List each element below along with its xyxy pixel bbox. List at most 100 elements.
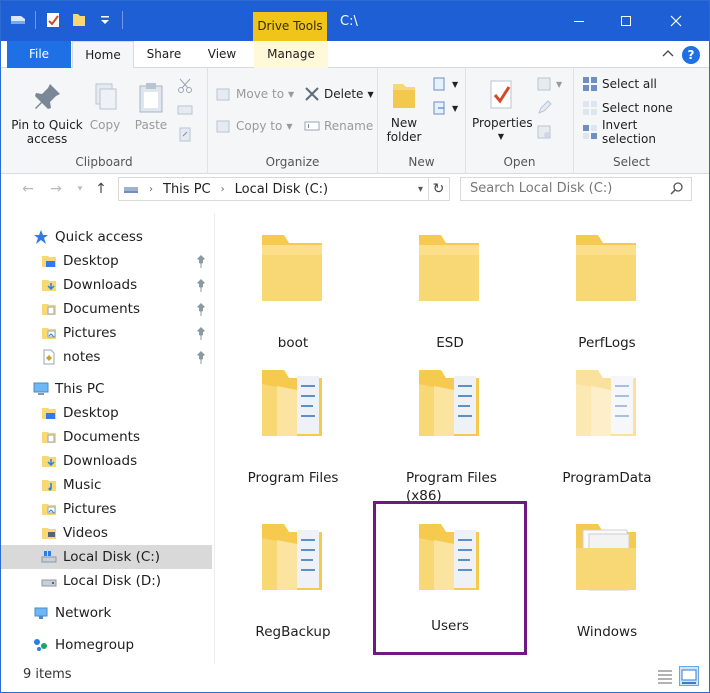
new-folder-button[interactable]: New folder [384,78,424,144]
drive-icon [41,579,57,587]
explorer-window: Drive Tools C:\ File Home Share View Man… [0,0,710,693]
paste-shortcut-button[interactable] [177,124,193,144]
folder-tile[interactable]: RegBackup [219,498,367,644]
select-none-label: Select none [602,101,673,115]
select-all-button[interactable]: Select all [582,74,657,94]
sidebar-item-pictures-pinned[interactable]: Pictures [1,321,212,345]
title-bar: Drive Tools C:\ [1,1,709,41]
open-button[interactable]: ▼ [536,74,562,94]
sidebar-item-label: Local Disk (C:) [63,549,161,565]
maximize-button[interactable] [606,9,646,33]
folder-tile[interactable]: Program Files (x86) [376,344,524,504]
folder-tile-highlighted[interactable]: Users [373,501,527,655]
sidebar-item-label: Network [55,605,112,621]
address-bar[interactable]: › This PC › Local Disk (C:) ▾ [118,177,429,201]
sidebar-item-local-disk-c[interactable]: Local Disk (C:) [1,545,212,569]
easy-access-button[interactable]: ▼ [432,98,458,118]
customize-dropdown-icon[interactable] [96,11,114,29]
rename-button[interactable]: Rename [304,116,373,136]
back-arrow-icon[interactable]: ← [19,180,37,198]
large-icons-view-icon[interactable] [679,666,699,686]
sidebar-item-quick-access[interactable]: Quick access [1,225,212,249]
sidebar-item-downloads[interactable]: Downloads [1,449,212,473]
recent-locations-chevron-icon[interactable]: ▾ [71,180,89,198]
folder-tile[interactable]: ProgramData [533,344,681,490]
folder-tile[interactable]: boot [219,209,367,355]
sidebar-item-local-disk-d[interactable]: Local Disk (D:) [1,569,212,593]
new-item-button[interactable]: ▼ [432,74,458,94]
paste-shortcut-icon [179,127,191,142]
breadcrumb-this-pc[interactable]: This PC [163,182,211,197]
folder-name: Program Files [247,470,339,486]
tab-view[interactable]: View [194,41,250,68]
copy-button[interactable]: Copy [85,80,125,132]
new-group: New folder ▼ ▼ New [378,68,466,174]
sidebar-item-network[interactable]: Network [1,601,212,625]
sidebar-item-videos[interactable]: Videos [1,521,212,545]
paste-button[interactable]: Paste [129,80,173,132]
tab-file[interactable]: File [7,41,71,68]
properties-icon[interactable] [44,11,62,29]
sidebar-item-downloads-pinned[interactable]: Downloads [1,273,212,297]
sidebar-item-label: Local Disk (D:) [63,573,162,589]
ribbon: Pin to Quick access Copy Paste Clipboard… [1,68,709,174]
copy-path-icon [177,105,193,115]
copy-path-button[interactable] [177,100,193,120]
edit-button[interactable] [536,98,552,118]
folder-tile[interactable]: Program Files [219,344,367,490]
sidebar-item-homegroup[interactable]: Homegroup [1,633,212,657]
paste-label: Paste [134,118,168,132]
help-icon[interactable]: ? [682,46,700,64]
folder-with-documents-icon [576,524,636,591]
tab-share[interactable]: Share [134,41,194,68]
invert-selection-button[interactable]: Invert selection [582,118,689,146]
pin-icon [30,80,64,114]
file-list: boot ESD PerfLogs Program Files Program … [216,204,709,664]
sidebar-item-pictures[interactable]: Pictures [1,497,212,521]
sidebar-item-label: Desktop [63,253,119,269]
pin-to-quick-access-button[interactable]: Pin to Quick access [11,80,83,146]
sidebar-item-desktop[interactable]: Desktop [1,401,212,425]
drive-icon[interactable] [9,11,27,29]
sidebar-item-documents[interactable]: Documents [1,425,212,449]
sidebar-item-documents-pinned[interactable]: Documents [1,297,212,321]
computer-icon [33,382,49,395]
collapse-ribbon-icon[interactable] [661,46,675,60]
forward-arrow-icon[interactable]: → [47,180,65,198]
folder-name: ProgramData [562,470,652,486]
tab-home[interactable]: Home [72,41,134,69]
folder-icon [419,235,479,301]
sidebar-item-notes-pinned[interactable]: notes [1,345,212,369]
properties-button[interactable]: Properties ▼ [472,78,533,144]
sidebar-item-music[interactable]: Music [1,473,212,497]
folder-tile[interactable]: ESD [376,209,524,355]
folder-tile[interactable]: PerfLogs [533,209,681,355]
details-view-icon[interactable] [655,666,675,686]
breadcrumb-local-disk[interactable]: Local Disk (C:) [235,182,328,197]
close-button[interactable] [656,9,696,33]
sidebar-item-this-pc[interactable]: This PC [1,377,212,401]
pin-label-line1: Pin to Quick [11,118,83,132]
notes-file-icon [43,349,55,365]
folder-with-files-icon [262,524,322,590]
refresh-icon[interactable]: ↻ [428,177,450,201]
delete-x-icon [305,87,319,101]
select-all-label: Select all [602,77,657,91]
up-arrow-icon[interactable]: ↑ [92,180,110,198]
sidebar-item-desktop-pinned[interactable]: Desktop [1,249,212,273]
search-input[interactable]: Search Local Disk (C:) [460,177,692,201]
chevron-down-icon: ▼ [497,132,505,141]
select-none-icon [583,101,597,115]
folder-tile[interactable]: Windows [533,498,681,644]
select-none-button[interactable]: Select none [582,98,673,118]
history-button[interactable] [536,122,552,142]
move-to-button[interactable]: Move to ▼ [216,84,294,104]
address-dropdown-icon[interactable]: ▾ [418,184,423,195]
delete-button[interactable]: Delete ▼ [304,84,374,104]
cut-button[interactable] [177,76,193,96]
folder-name: Program Files (x86) [406,470,497,504]
copy-to-button[interactable]: Copy to ▼ [216,116,292,136]
tab-manage[interactable]: Manage [254,41,328,68]
new-folder-icon[interactable] [70,11,88,29]
minimize-button[interactable] [559,9,599,33]
